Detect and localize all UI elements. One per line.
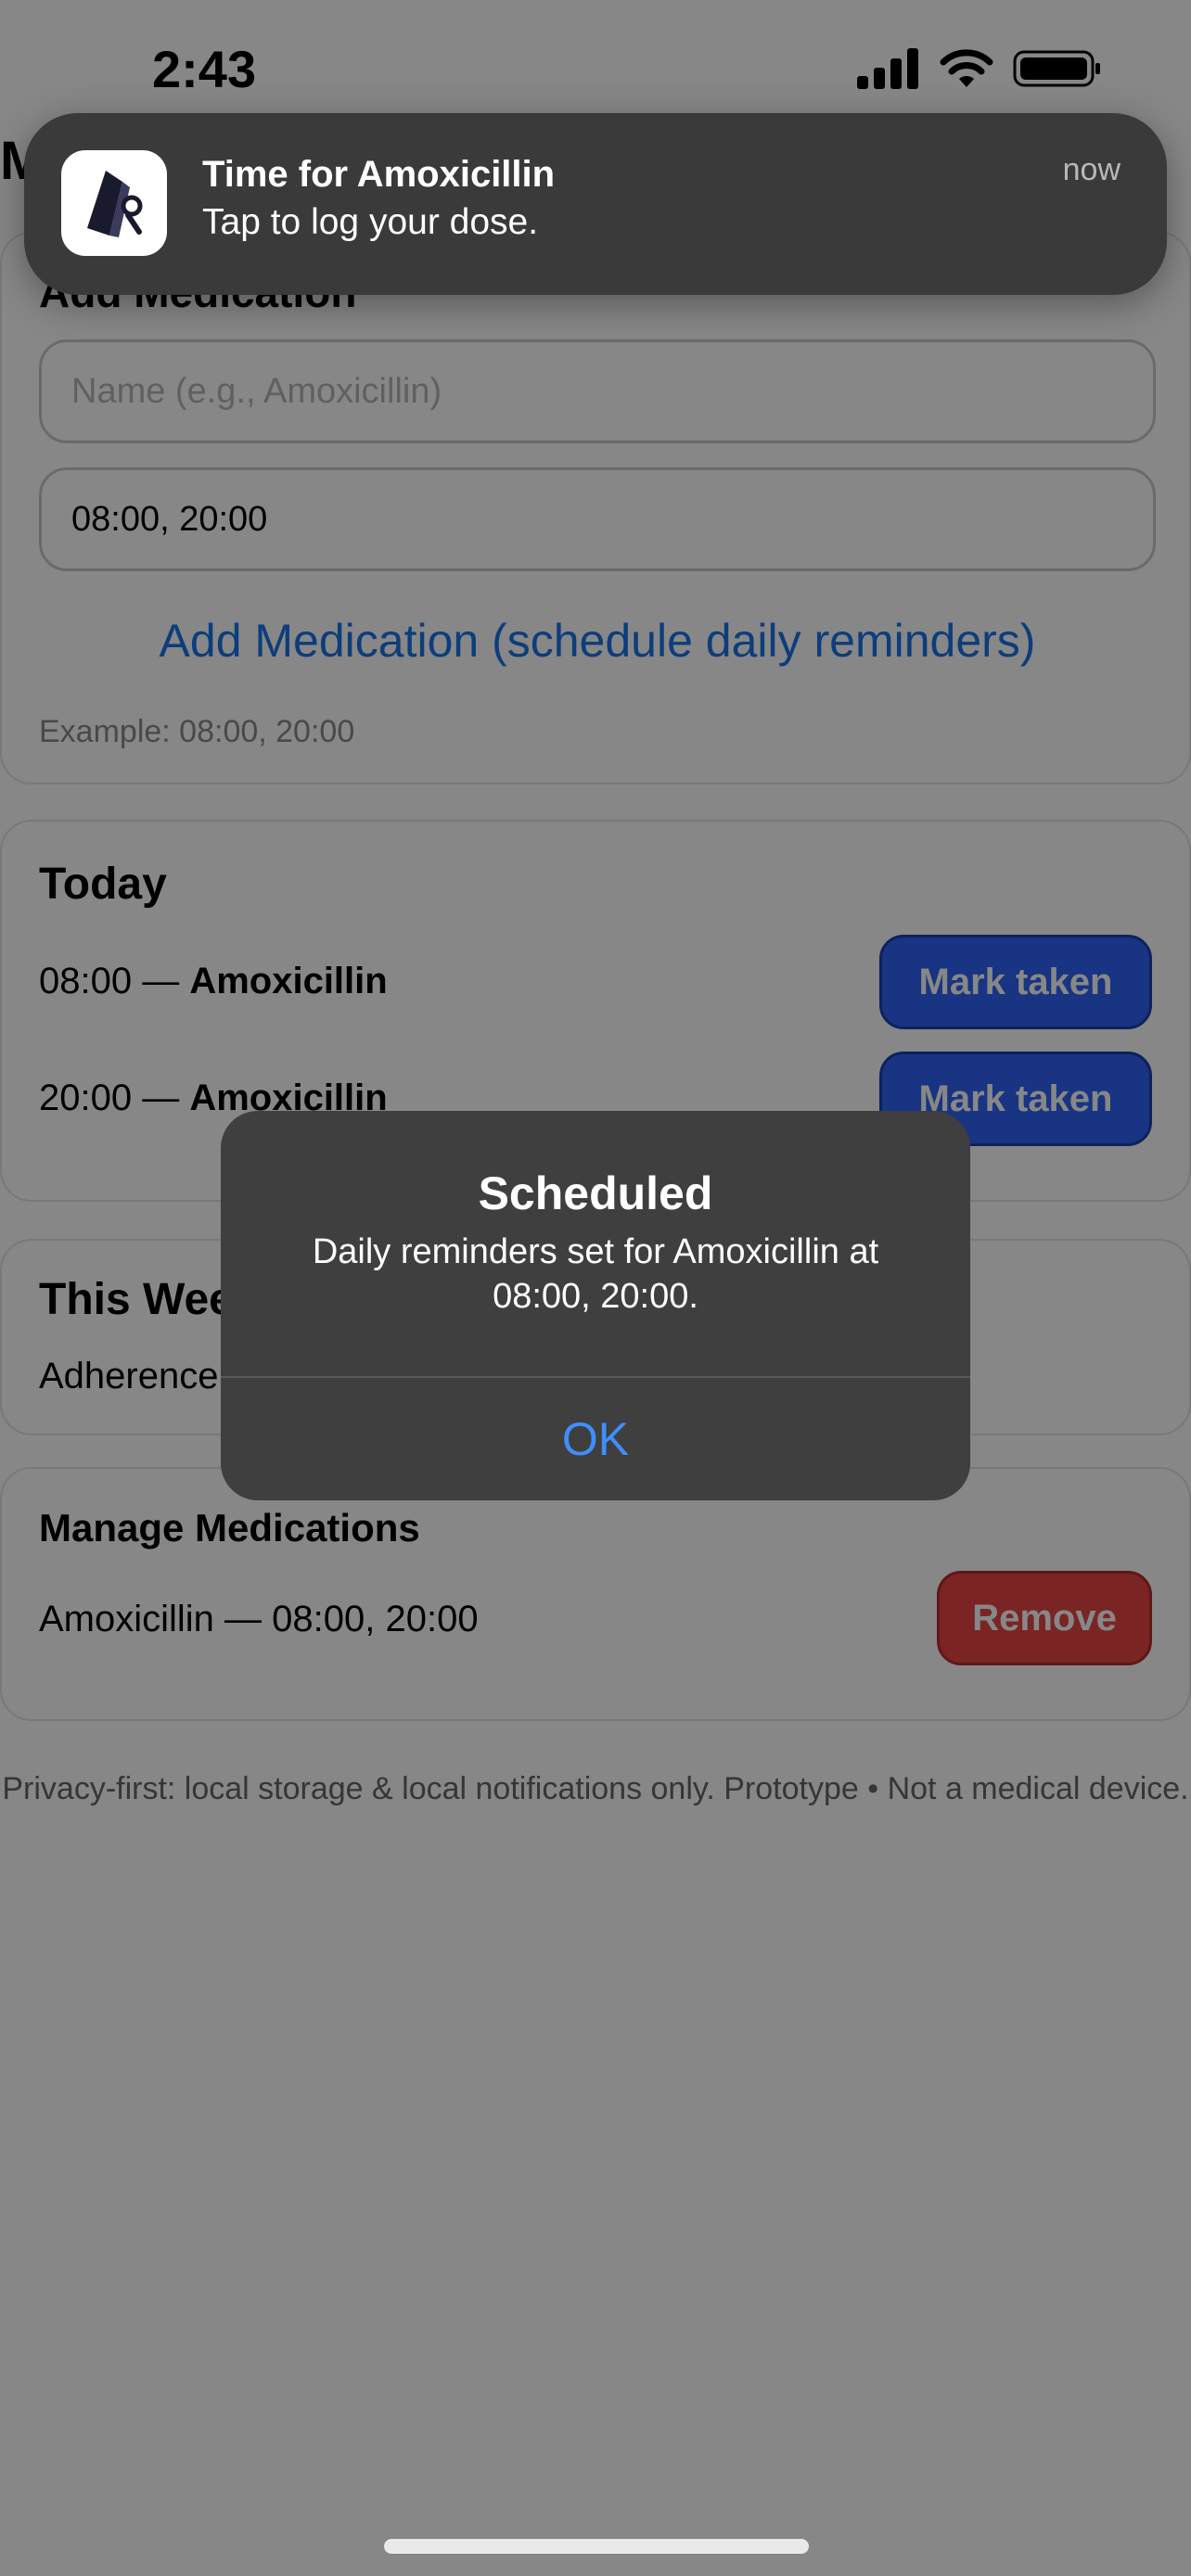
scheduled-alert: Scheduled Daily reminders set for Amoxic… xyxy=(221,1111,970,1500)
wifi-icon xyxy=(939,48,994,94)
cellular-signal-icon xyxy=(857,48,920,94)
status-icons xyxy=(857,48,1102,94)
battery-icon xyxy=(1013,48,1102,94)
app-logo-icon xyxy=(61,150,167,256)
alert-ok-button[interactable]: OK xyxy=(221,1378,970,1500)
notification-title: Time for Amoxicillin xyxy=(202,154,556,195)
alert-title: Scheduled xyxy=(478,1167,713,1219)
home-indicator[interactable] xyxy=(384,2539,809,2554)
notification-banner[interactable]: Time for Amoxicillin Tap to log your dos… xyxy=(24,113,1167,295)
status-time: 2:43 xyxy=(152,40,257,98)
alert-message: Daily reminders set for Amoxicillin at 0… xyxy=(312,1232,879,1316)
notification-body: Tap to log your dose. xyxy=(202,202,539,242)
notification-time: now xyxy=(1062,152,1121,187)
